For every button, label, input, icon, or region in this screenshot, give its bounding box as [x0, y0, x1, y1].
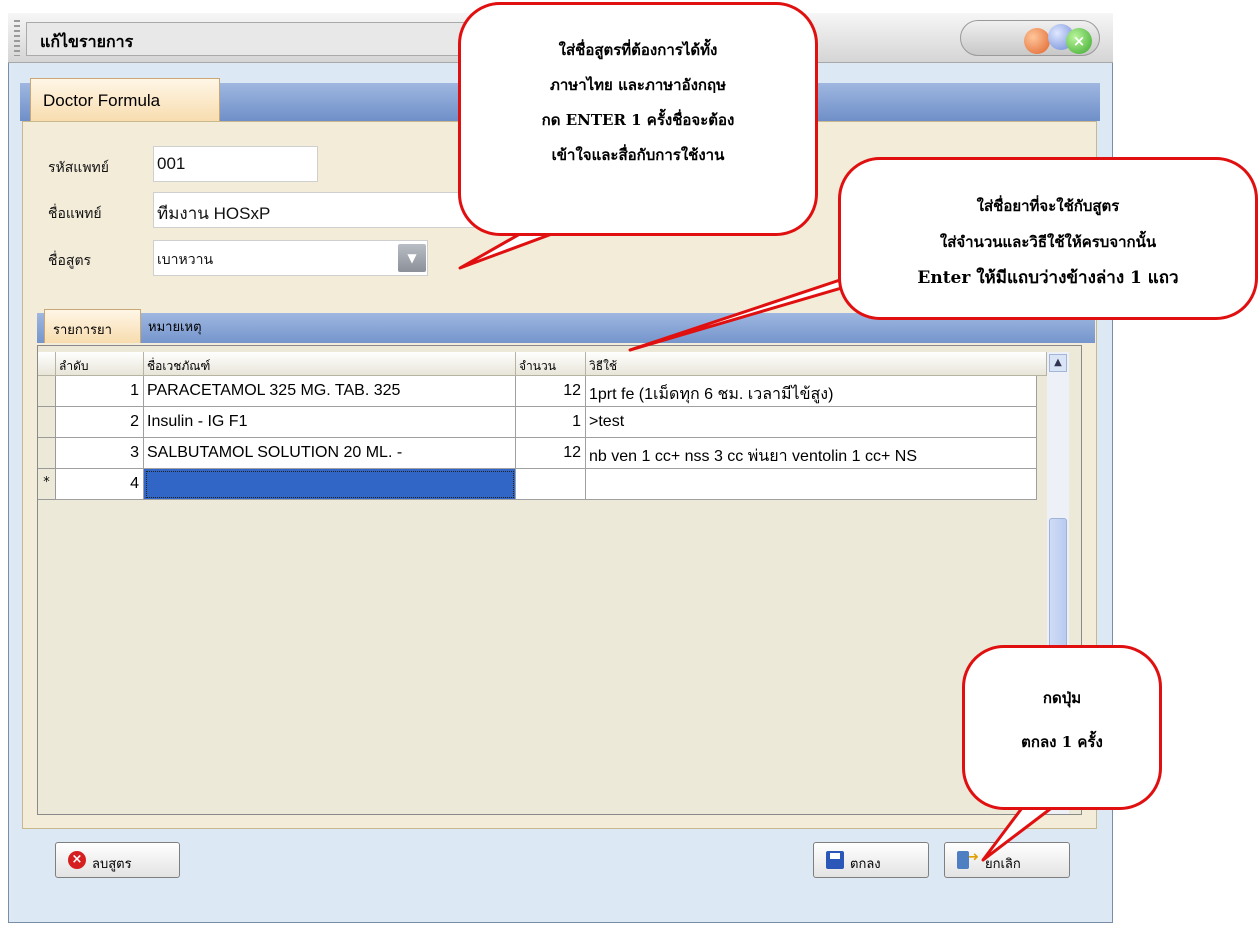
- callout-drug-line: ใส่จำนวนและวิธีใช้ให้ครบจากนั้น: [939, 233, 1157, 251]
- callout-drug-line: ใส่ชื่อยาที่จะใช้กับสูตร: [976, 197, 1120, 215]
- callout-formula-line: เข้าใจและสื่อกับการใช้งาน: [551, 146, 725, 164]
- callout-ok-line: กดปุ่ม: [1042, 689, 1082, 707]
- callout-formula: ใส่ชื่อสูตรที่ต้องการได้ทั้ง ภาษาไทย และ…: [458, 2, 818, 236]
- callout-drug-line: Enter ให้มีแถบว่างข้างล่าง 1 แถว: [917, 268, 1179, 288]
- callout-ok: กดปุ่ม ตกลง 1 ครั้ง: [962, 645, 1162, 810]
- callout-formula-line: กด ENTER 1 ครั้งชื่อจะต้อง: [541, 111, 735, 129]
- callout-formula-line: ภาษาไทย และภาษาอังกฤษ: [550, 76, 726, 94]
- callout-formula-line: ใส่ชื่อสูตรที่ต้องการได้ทั้ง: [558, 41, 718, 59]
- callout-ok-line: ตกลง 1 ครั้ง: [1021, 733, 1103, 751]
- callout-drug: ใส่ชื่อยาที่จะใช้กับสูตร ใส่จำนวนและวิธี…: [838, 157, 1258, 320]
